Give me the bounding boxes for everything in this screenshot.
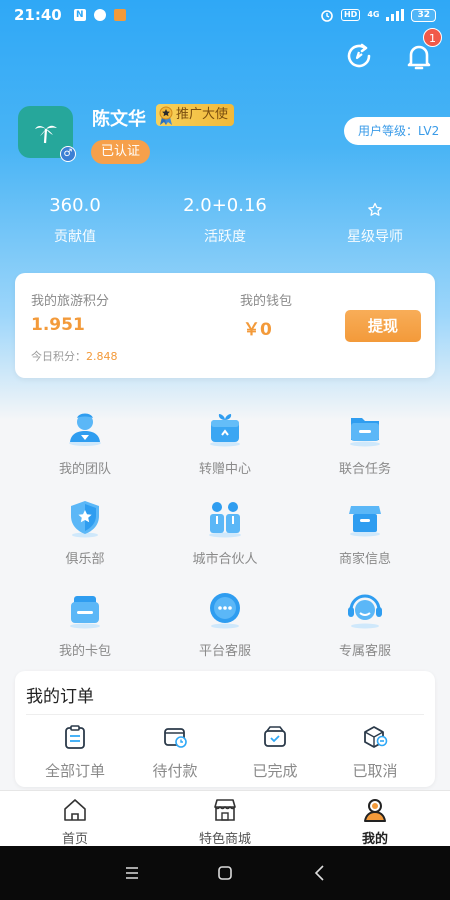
box-cancel-icon (364, 726, 388, 748)
gift-icon (210, 414, 240, 447)
stat-value: 2.0+0.16 (183, 195, 267, 216)
order-pending-payment[interactable]: 待付款 (125, 724, 225, 781)
tab-mine[interactable]: 我的 (300, 797, 450, 847)
withdraw-button[interactable]: 提现 (345, 310, 421, 342)
bottom-tab-bar: 首页 特色商城 我的 (0, 790, 450, 847)
order-label: 已取消 (352, 762, 398, 780)
points-label: 我的旅游积分 (31, 294, 110, 309)
today-points-label: 今日积分： (31, 350, 86, 363)
wallet-label: 我的钱包 (240, 294, 293, 309)
points-value: 1.951 (31, 315, 85, 335)
menu-label: 转赠中心 (198, 462, 251, 477)
order-cancelled[interactable]: 已取消 (325, 724, 425, 781)
menu-label: 专属客服 (338, 644, 391, 659)
status-notifications: N (73, 9, 126, 21)
user-name: 陈文华 (92, 109, 146, 130)
menu-label: 我的卡包 (58, 644, 111, 659)
menu-label: 平台客服 (198, 644, 251, 659)
menu-label: 联合任务 (338, 462, 391, 477)
stat-label: 贡献值 (54, 229, 96, 245)
tab-label: 首页 (61, 832, 88, 847)
wallet-value: ￥0 (243, 320, 272, 340)
order-all[interactable]: 全部订单 (25, 724, 125, 781)
menu-label: 商家信息 (338, 552, 391, 567)
box-check-icon (264, 726, 286, 747)
menu-city-partner[interactable]: 城市合伙人 (150, 498, 300, 567)
wallet-clock-icon (164, 728, 187, 748)
stat-value: 360.0 (49, 195, 101, 216)
stat-activity[interactable]: 2.0+0.16 活跃度 (150, 194, 300, 246)
alarm-icon (321, 10, 333, 22)
home-square-icon[interactable] (215, 863, 235, 883)
menu-merchant-info[interactable]: 商家信息 (290, 498, 440, 567)
menu-club[interactable]: 俱乐部 (10, 498, 160, 567)
team-icon (69, 413, 101, 446)
menu-exclusive-service[interactable]: 专属客服 (290, 590, 440, 659)
status-bar: 21:40 N HD 4G 32 (0, 0, 450, 30)
menu-platform-service[interactable]: 平台客服 (150, 590, 300, 659)
clipboard-icon (65, 725, 85, 749)
order-completed[interactable]: 已完成 (225, 724, 325, 781)
taobao-app-icon (113, 9, 126, 21)
ambassador-label: 推广大使 (176, 107, 229, 122)
verified-badge: 已认证 (91, 140, 151, 164)
home-icon (64, 799, 86, 821)
tab-label: 我的 (361, 832, 388, 847)
user-level-pill[interactable]: 用户等级：LV2 (344, 117, 450, 145)
wallet-card: 我的旅游积分 1.951 今日积分：2.848 我的钱包 ￥0 提现 (15, 273, 435, 378)
hd-indicator: HD (340, 9, 361, 21)
chat-icon (210, 593, 240, 629)
tab-mall[interactable]: 特色商城 (150, 797, 300, 847)
stat-contribution[interactable]: 360.0 贡献值 (0, 194, 150, 246)
refresh-icon[interactable] (343, 40, 375, 72)
notification-badge: 1 (423, 28, 442, 47)
menu-icon[interactable] (122, 863, 142, 883)
battery-indicator: 32 (411, 8, 436, 22)
store-icon (349, 506, 381, 537)
system-nav-bar (0, 846, 450, 900)
chat-app-icon (93, 9, 106, 21)
shield-star-icon (71, 501, 99, 538)
order-label: 已完成 (252, 762, 298, 780)
profile-icon (364, 799, 386, 822)
star-outline-icon (368, 202, 382, 216)
card-icon (70, 596, 100, 629)
male-icon: ♂ (60, 146, 76, 162)
menu-my-team[interactable]: 我的团队 (10, 408, 160, 477)
signal-icon (386, 9, 405, 21)
orders-card: 我的订单 全部订单 待付款 已完成 已取消 (15, 671, 435, 787)
tab-home[interactable]: 首页 (0, 797, 150, 847)
menu-label: 俱乐部 (65, 552, 105, 567)
divider (26, 714, 424, 715)
menu-card-wallet[interactable]: 我的卡包 (10, 590, 160, 659)
today-points: 今日积分：2.848 (31, 348, 118, 364)
medal-icon (159, 106, 173, 125)
stat-label: 活跃度 (204, 229, 246, 245)
order-label: 全部订单 (44, 762, 105, 780)
menu-joint-task[interactable]: 联合任务 (290, 408, 440, 477)
palm-tree-icon (34, 125, 57, 144)
network-label: 4G (367, 10, 380, 19)
today-points-value: 2.848 (86, 350, 118, 363)
partners-icon (209, 502, 241, 538)
stat-label: 星级导师 (347, 229, 403, 245)
tab-label: 特色商城 (198, 832, 251, 847)
orders-title: 我的订单 (26, 687, 94, 707)
menu-label: 我的团队 (58, 462, 111, 477)
n-app-icon: N (73, 9, 86, 21)
status-time: 21:40 (14, 6, 62, 24)
folder-icon (350, 418, 380, 447)
headset-icon (348, 594, 382, 629)
back-icon[interactable] (310, 863, 330, 883)
menu-label: 城市合伙人 (192, 552, 258, 567)
stat-star-mentor[interactable]: 星级导师 (300, 194, 450, 246)
shop-icon (214, 799, 236, 821)
ambassador-badge: 推广大使 (156, 104, 235, 126)
status-right: HD 4G 32 (320, 8, 436, 22)
order-label: 待付款 (152, 762, 198, 780)
menu-gift-center[interactable]: 转赠中心 (150, 408, 300, 477)
